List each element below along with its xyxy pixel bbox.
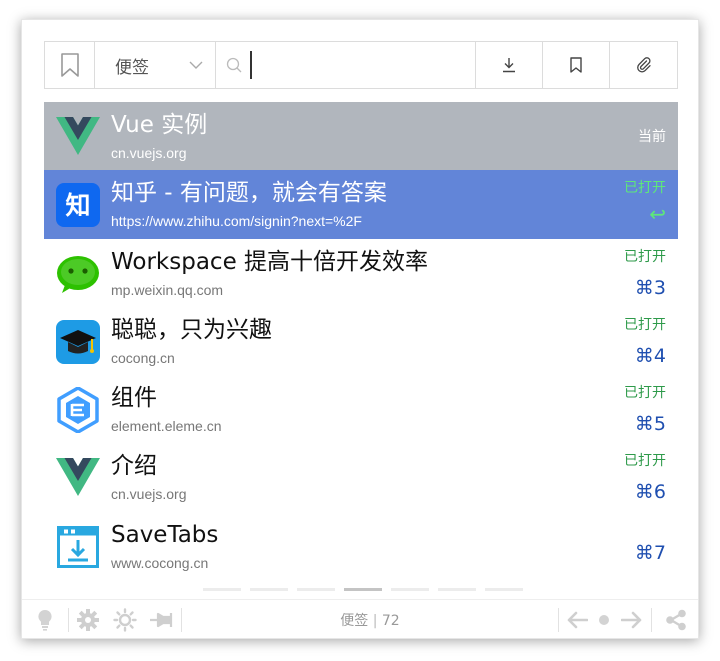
tab-row-current[interactable]: Vue 实例 cn.vuejs.org 当前 [44, 102, 678, 171]
group-select-value: 便签 [115, 57, 149, 78]
tip-button[interactable] [22, 609, 68, 631]
page-indicator-segment[interactable] [203, 588, 241, 591]
previous-button[interactable] [559, 611, 595, 629]
pin-icon [149, 610, 175, 630]
tab-title: 聪聪，只为兴趣 [111, 316, 272, 343]
tab-title: 组件 [111, 385, 157, 412]
tab-url: cn.vuejs.org [111, 486, 187, 503]
footer-bar: 便签 | 72 [22, 599, 698, 638]
tab-shortcut: ⌘6 [634, 481, 666, 504]
svg-text:知: 知 [65, 191, 90, 220]
tab-count: 72 [381, 613, 400, 629]
count-separator: | [368, 613, 382, 629]
tab-shortcut: ⌘7 [634, 541, 666, 564]
tab-status-badge: 已打开 [624, 180, 666, 197]
sun-icon [113, 608, 137, 632]
bookmark-button[interactable] [543, 42, 610, 88]
lightbulb-icon [37, 609, 53, 631]
share-button[interactable] [652, 609, 698, 631]
download-button[interactable] [476, 42, 543, 88]
savetabs-logo-icon [55, 524, 101, 570]
tab-shortcut: ⌘5 [634, 413, 666, 436]
tab-title: 介绍 [111, 453, 157, 480]
page-indicator [203, 588, 523, 591]
tab-url: www.cocong.cn [111, 554, 209, 571]
tab-row[interactable]: SaveTabs www.cocong.cn ⌘7 [44, 512, 678, 580]
tab-title: Workspace 提高十倍开发效率 [111, 248, 429, 275]
gear-icon [77, 609, 99, 631]
tab-status-badge: 已打开 [624, 385, 666, 402]
theme-button[interactable] [107, 608, 143, 632]
toolbar: 便签 [44, 41, 678, 89]
page-indicator-segment[interactable] [438, 588, 476, 591]
page-indicator-segment[interactable] [344, 588, 382, 591]
page-indicator-segment[interactable] [297, 588, 335, 591]
tab-row[interactable]: 组件 element.eleme.cn 已打开 ⌘5 [44, 375, 678, 443]
home-dot-button[interactable] [595, 614, 613, 626]
tab-row-selected[interactable]: 知 知乎 - 有问题，就会有答案 https://www.zhihu.com/s… [44, 170, 678, 239]
download-icon [501, 57, 517, 73]
tab-title: Vue 实例 [111, 112, 208, 138]
tab-url: https://www.zhihu.com/signin?next=%2F [111, 213, 362, 230]
tab-title: 知乎 - 有问题，就会有答案 [111, 180, 387, 207]
search-box [216, 42, 476, 88]
tab-status-badge: 已打开 [624, 248, 666, 265]
chevron-down-icon [189, 61, 203, 70]
share-icon [665, 609, 687, 631]
enter-return-icon: ↩ [649, 204, 666, 227]
page-indicator-segment[interactable] [250, 588, 288, 591]
bookmark-outline-icon [60, 52, 80, 78]
attach-button[interactable] [610, 42, 677, 88]
tab-list: Vue 实例 cn.vuejs.org 当前 知 知乎 - 有问题，就会有答案 … [44, 102, 678, 580]
tab-url: cocong.cn [111, 349, 175, 366]
tab-status-badge: 当前 [638, 129, 666, 145]
tab-status-badge: 已打开 [624, 316, 666, 333]
arrow-left-icon [566, 611, 588, 629]
tab-title: SaveTabs [111, 521, 219, 548]
tab-url: mp.weixin.qq.com [111, 281, 224, 298]
tab-url: cn.vuejs.org [111, 145, 187, 161]
tab-row[interactable]: 介绍 cn.vuejs.org 已打开 ⌘6 [44, 443, 678, 511]
vue-logo-icon [55, 455, 101, 501]
page-indicator-segment[interactable] [391, 588, 429, 591]
tab-url: element.eleme.cn [111, 418, 222, 435]
wechat-logo-icon [55, 251, 101, 297]
element-logo-icon [55, 387, 101, 434]
next-button[interactable] [613, 611, 651, 629]
bookmark-group-button[interactable] [45, 42, 95, 88]
vue-logo-icon [55, 114, 101, 160]
tab-status-badge: 已打开 [624, 453, 666, 470]
tab-shortcut: ⌘4 [634, 344, 666, 367]
zhihu-logo-icon: 知 [55, 182, 101, 228]
bookmark-icon [569, 57, 583, 73]
group-select[interactable]: 便签 [95, 42, 216, 88]
graduation-cap-icon [55, 319, 101, 365]
dot-icon [598, 614, 610, 626]
paperclip-icon [636, 57, 652, 73]
search-input[interactable] [250, 51, 450, 79]
group-name: 便签 [340, 613, 369, 629]
arrow-right-icon [621, 611, 643, 629]
tab-row[interactable]: Workspace 提高十倍开发效率 mp.weixin.qq.com 已打开 … [44, 239, 678, 307]
settings-button[interactable] [69, 609, 107, 631]
tab-shortcut: ⌘3 [634, 276, 666, 299]
search-icon [226, 57, 242, 73]
tab-row[interactable]: 聪聪，只为兴趣 cocong.cn 已打开 ⌘4 [44, 307, 678, 375]
group-count-label: 便签 | 72 [182, 610, 558, 630]
page-indicator-segment[interactable] [485, 588, 523, 591]
savetabs-popup: 便签 Vue 实例 cn.vuejs.org 当前 知 知乎 - 有问题，就会有… [21, 19, 699, 639]
pin-button[interactable] [143, 610, 181, 630]
